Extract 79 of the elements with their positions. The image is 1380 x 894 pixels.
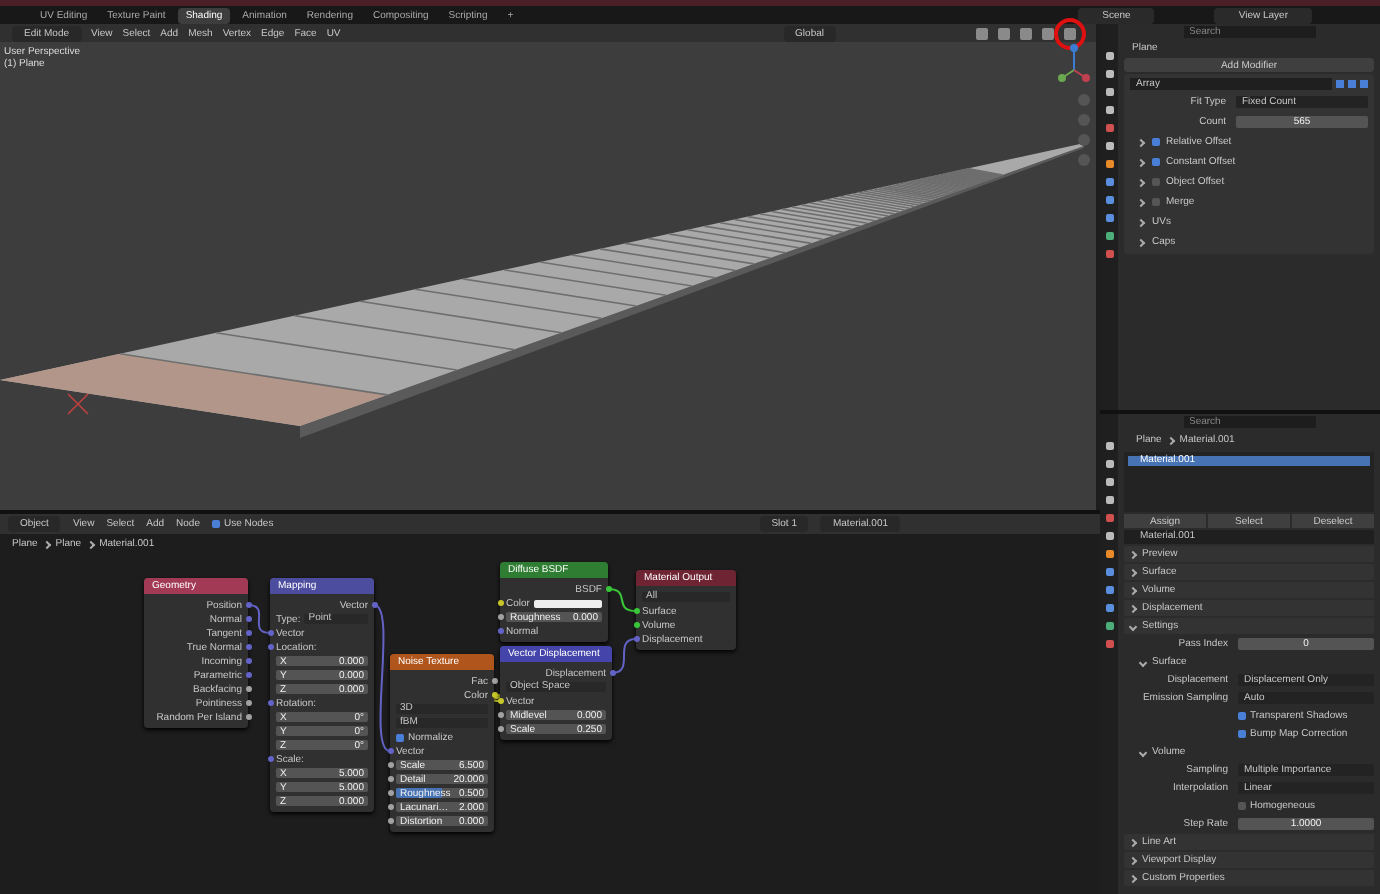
subpanel-checkbox[interactable] xyxy=(1152,158,1160,166)
properties-tab-icon[interactable] xyxy=(1105,142,1113,150)
input-socket[interactable] xyxy=(267,700,273,706)
input-socket[interactable] xyxy=(267,756,273,762)
collapsed-chevron-icon[interactable] xyxy=(1128,873,1138,883)
property-checkbox[interactable] xyxy=(1238,712,1246,720)
properties-tab-icon[interactable] xyxy=(1105,250,1113,258)
input-socket[interactable] xyxy=(633,622,639,628)
input-socket[interactable] xyxy=(497,698,503,704)
properties-tab-icon[interactable] xyxy=(1105,550,1113,558)
output-socket[interactable] xyxy=(491,692,497,698)
subpanel-checkbox[interactable] xyxy=(1152,178,1160,186)
breadcrumb-chevron-icon xyxy=(85,539,95,549)
input-socket[interactable] xyxy=(633,636,639,642)
properties-tab-icon[interactable] xyxy=(1105,442,1113,450)
properties-tab-icon[interactable] xyxy=(1105,460,1113,468)
collapsed-chevron-icon[interactable] xyxy=(1128,585,1138,595)
breadcrumb-chevron-icon xyxy=(1166,435,1175,445)
input-socket[interactable] xyxy=(497,712,503,718)
properties-tab-icon[interactable] xyxy=(1105,622,1113,630)
output-socket[interactable] xyxy=(245,714,251,720)
properties-tab-icon[interactable] xyxy=(1105,640,1113,648)
node-link xyxy=(247,604,271,634)
properties-tab-icon[interactable] xyxy=(1105,232,1113,240)
input-socket[interactable] xyxy=(387,790,393,796)
properties-tab-icon[interactable] xyxy=(1105,160,1113,168)
expanded-chevron-icon[interactable] xyxy=(1138,657,1148,667)
properties-tab-icon[interactable] xyxy=(1105,70,1113,78)
properties-tab-icon[interactable] xyxy=(1105,478,1113,486)
properties-tab-icon[interactable] xyxy=(1105,88,1113,96)
expanded-chevron-icon[interactable] xyxy=(1138,747,1148,757)
output-socket[interactable] xyxy=(245,700,251,706)
properties-tab-icon[interactable] xyxy=(1105,568,1113,576)
property-checkbox[interactable] xyxy=(1238,802,1246,810)
subpanel-checkbox[interactable] xyxy=(1152,198,1160,206)
origin-marker-icon xyxy=(67,393,89,415)
subpanel-checkbox[interactable] xyxy=(1152,138,1160,146)
input-socket[interactable] xyxy=(387,776,393,782)
properties-tab-icon[interactable] xyxy=(1105,106,1113,114)
properties-tab-icon[interactable] xyxy=(1105,214,1113,222)
input-socket[interactable] xyxy=(497,628,503,634)
node-link xyxy=(611,638,637,674)
properties-tab-icon[interactable] xyxy=(1105,604,1113,612)
properties-tab-icon[interactable] xyxy=(1105,514,1113,522)
properties-tab-icon[interactable] xyxy=(1105,124,1113,132)
input-socket[interactable] xyxy=(267,630,273,636)
shading-options-icon[interactable] xyxy=(1064,27,1076,39)
properties-tab-icon[interactable] xyxy=(1105,496,1113,504)
output-socket[interactable] xyxy=(605,586,611,592)
node-link xyxy=(607,588,637,612)
input-socket[interactable] xyxy=(387,762,393,768)
properties-tab-icon[interactable] xyxy=(1105,586,1113,594)
output-socket[interactable] xyxy=(245,686,251,692)
properties-tab-icon[interactable] xyxy=(1105,52,1113,60)
input-socket[interactable] xyxy=(497,614,503,620)
node-checkbox[interactable] xyxy=(396,733,404,741)
collapsed-chevron-icon[interactable] xyxy=(1128,855,1138,865)
collapsed-chevron-icon[interactable] xyxy=(1128,603,1138,613)
node-link xyxy=(491,694,503,702)
collapsed-chevron-icon[interactable] xyxy=(1128,837,1138,847)
property-checkbox[interactable] xyxy=(1238,730,1246,738)
use-nodes-checkbox[interactable] xyxy=(211,520,220,528)
output-socket[interactable] xyxy=(491,678,497,684)
expanded-chevron-icon[interactable] xyxy=(1128,621,1138,631)
input-socket[interactable] xyxy=(267,644,273,650)
input-socket[interactable] xyxy=(387,818,393,824)
input-socket[interactable] xyxy=(497,600,503,606)
input-socket[interactable] xyxy=(387,804,393,810)
collapsed-chevron-icon[interactable] xyxy=(1128,549,1138,559)
input-socket[interactable] xyxy=(497,726,503,732)
breadcrumb-chevron-icon xyxy=(42,539,51,549)
properties-tab-icon[interactable] xyxy=(1105,532,1113,540)
collapsed-chevron-icon[interactable] xyxy=(1128,567,1138,577)
input-socket[interactable] xyxy=(633,608,639,614)
axis-gizmo-icon[interactable] xyxy=(1058,44,1090,82)
properties-tab-icon[interactable] xyxy=(1105,178,1113,186)
input-socket[interactable] xyxy=(387,748,393,754)
color-swatch[interactable] xyxy=(533,599,602,607)
properties-tab-icon[interactable] xyxy=(1105,196,1113,204)
